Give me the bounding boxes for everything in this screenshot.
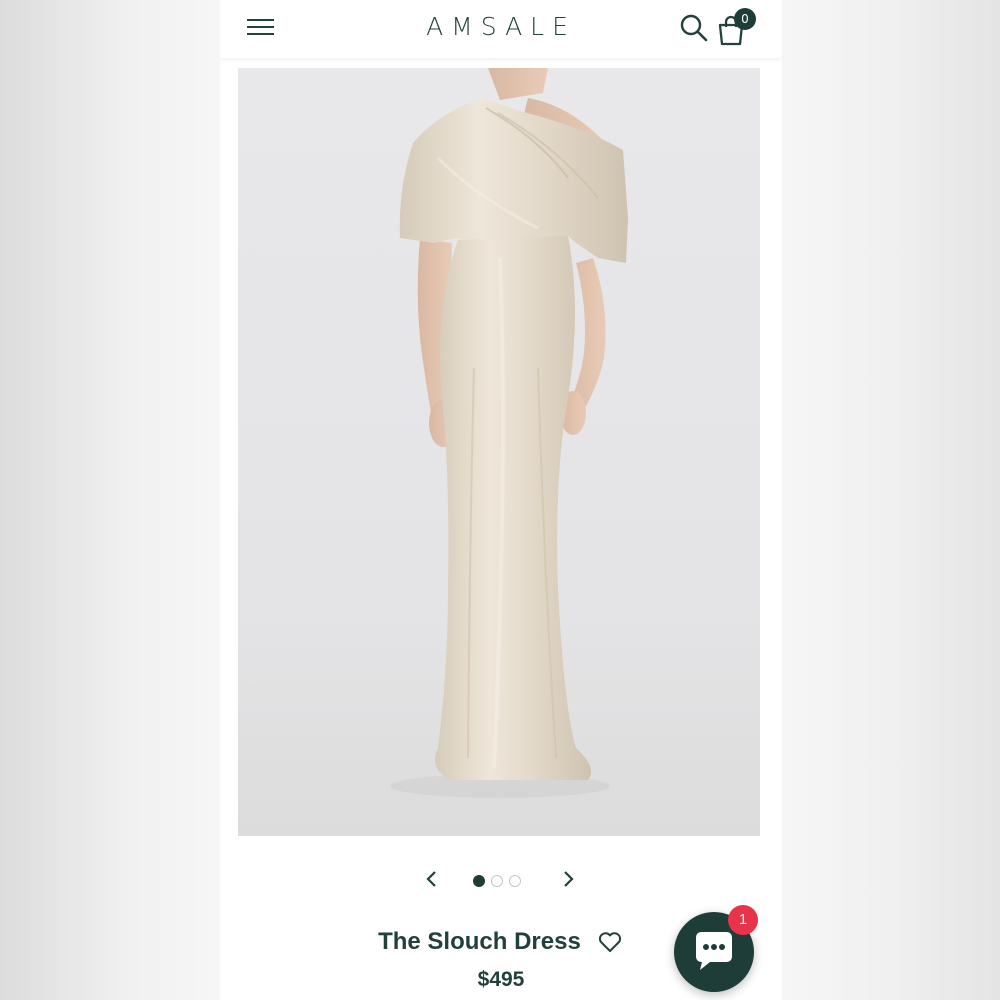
image-carousel-controls: [220, 858, 782, 898]
product-title: The Slouch Dress: [378, 928, 581, 955]
chevron-left-icon[interactable]: [422, 868, 442, 890]
chevron-right-icon[interactable]: [558, 868, 578, 890]
carousel-pagination: [473, 872, 527, 887]
background-right: [782, 0, 1000, 1000]
brand-logo[interactable]: AMSALE: [396, 10, 606, 44]
dress-model-illustration: [390, 68, 628, 798]
cart-button[interactable]: 0: [716, 8, 760, 46]
site-header: AMSALE 0: [220, 0, 782, 58]
search-icon[interactable]: [678, 12, 710, 44]
carousel-dot-3[interactable]: [509, 875, 521, 887]
carousel-dot-2[interactable]: [491, 875, 503, 887]
product-image[interactable]: [238, 68, 760, 836]
heart-icon[interactable]: [596, 928, 624, 956]
hamburger-icon[interactable]: [246, 15, 276, 41]
cart-count-badge: 0: [734, 8, 756, 30]
chat-notification-badge: 1: [728, 905, 758, 935]
mobile-page: AMSALE 0 The Slouch Dress $495 1: [220, 0, 782, 1000]
background-left: [0, 0, 220, 1000]
carousel-dot-1[interactable]: [473, 875, 485, 887]
